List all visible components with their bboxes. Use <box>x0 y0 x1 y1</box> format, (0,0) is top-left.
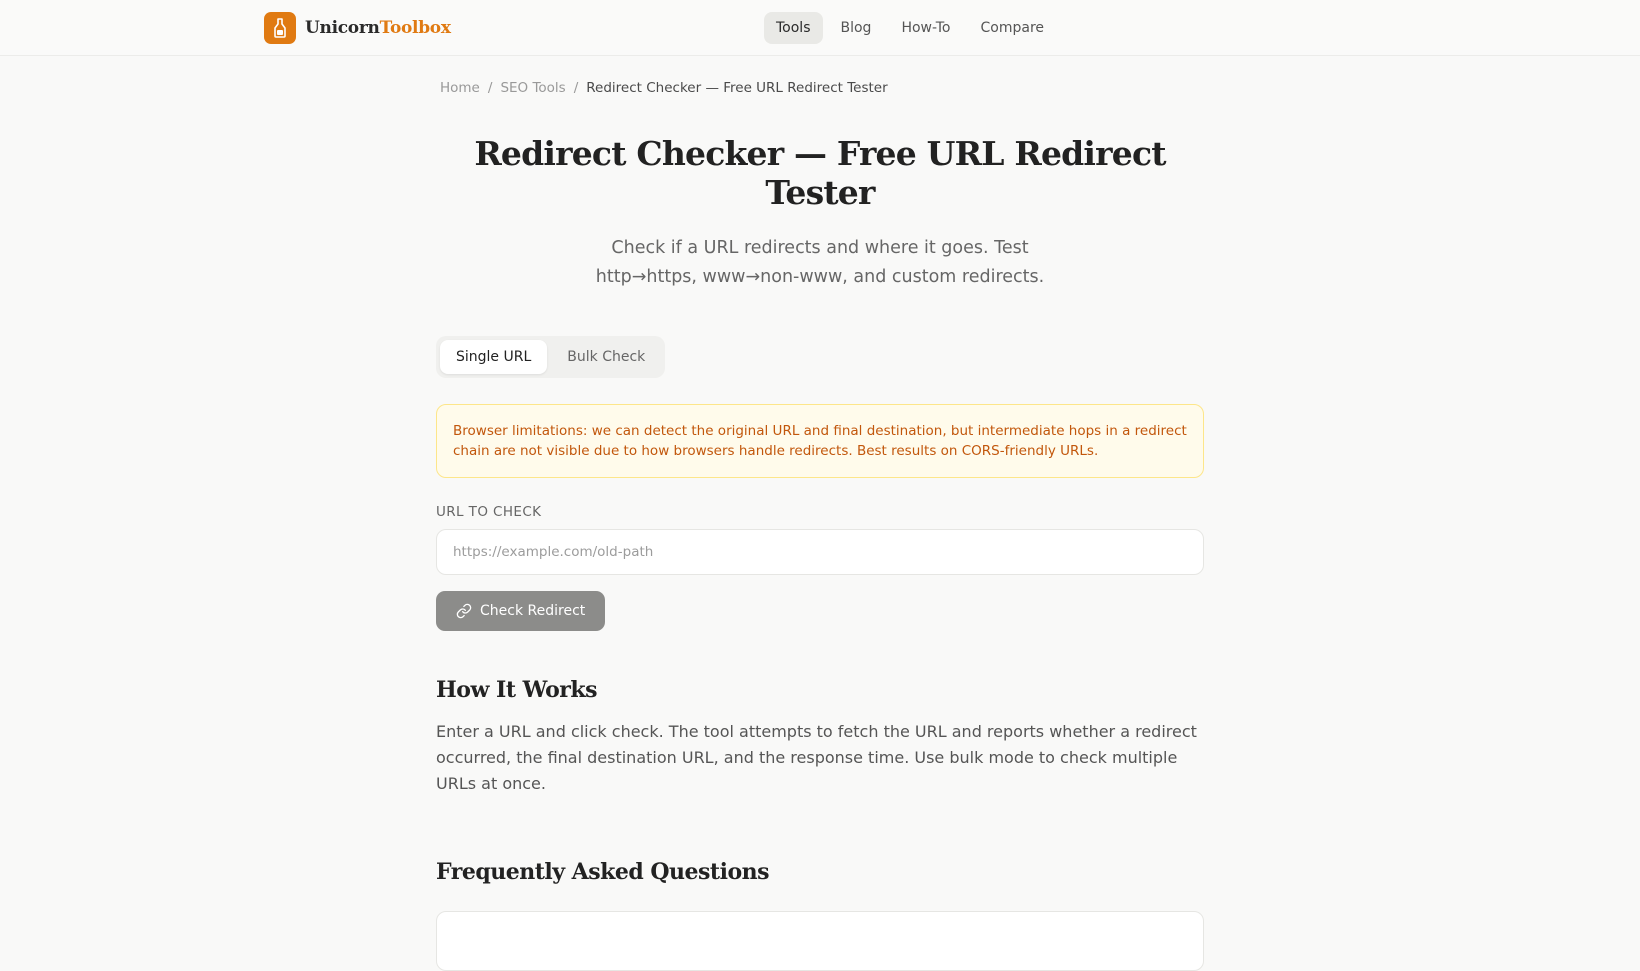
how-it-works-text: Enter a URL and click check. The tool at… <box>436 722 1197 793</box>
main-nav: Tools Blog How-To Compare <box>764 12 1056 44</box>
site-header: UnicornToolbox Tools Blog How-To Compare <box>0 0 1640 56</box>
nav-item-how-to[interactable]: How-To <box>889 12 962 44</box>
faq-heading: Frequently Asked Questions <box>436 859 770 885</box>
faq-item[interactable] <box>436 911 1204 971</box>
page-title: Redirect Checker — Free URL Redirect Tes… <box>474 134 1166 212</box>
url-field-label: URL TO CHECK <box>436 504 542 520</box>
breadcrumb-home[interactable]: Home <box>440 80 480 96</box>
tab-bulk-check[interactable]: Bulk Check <box>551 340 661 374</box>
bottle-icon <box>264 12 296 44</box>
check-redirect-label: Check Redirect <box>480 603 586 619</box>
url-input[interactable] <box>436 529 1204 575</box>
link-icon <box>456 603 472 619</box>
nav-item-compare[interactable]: Compare <box>969 12 1057 44</box>
mode-tabs: Single URL Bulk Check <box>436 336 666 378</box>
nav-item-tools[interactable]: Tools <box>764 12 823 44</box>
nav-item-blog[interactable]: Blog <box>829 12 884 44</box>
brand-name-part2: Toolbox <box>379 18 451 38</box>
main-content: Home / SEO Tools / Redirect Checker — Fr… <box>436 56 1204 971</box>
brand-name-part1: Unicorn <box>305 18 380 38</box>
page-subtitle: Check if a URL redirects and where it go… <box>595 238 1045 287</box>
breadcrumb: Home / SEO Tools / Redirect Checker — Fr… <box>440 80 1204 96</box>
how-it-works-heading: How It Works <box>436 677 597 703</box>
breadcrumb-seo-tools[interactable]: SEO Tools <box>500 80 565 96</box>
breadcrumb-separator: / <box>573 80 579 96</box>
tab-single-url[interactable]: Single URL <box>440 340 548 374</box>
breadcrumb-separator: / <box>487 80 493 96</box>
browser-limitations-notice: Browser limitations: we can detect the o… <box>436 404 1204 478</box>
check-redirect-button[interactable]: Check Redirect <box>436 591 606 631</box>
logo-link[interactable]: UnicornToolbox <box>264 12 451 44</box>
brand-name: UnicornToolbox <box>305 18 451 38</box>
breadcrumb-current: Redirect Checker — Free URL Redirect Tes… <box>586 80 888 96</box>
